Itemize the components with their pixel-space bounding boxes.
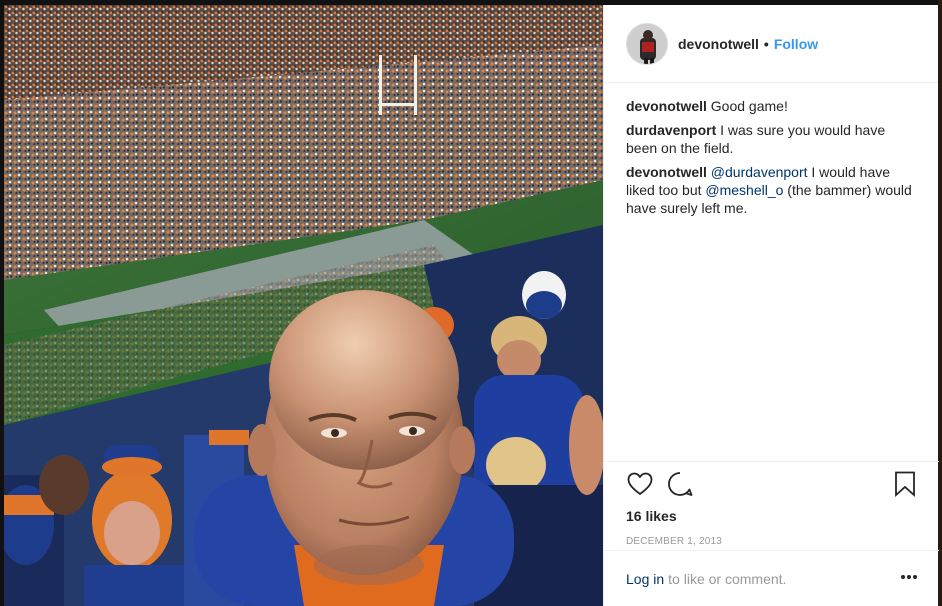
comment-item: durdavenport I was sure you would have b…: [626, 121, 916, 157]
post-modal: WAR EAGLE: [4, 5, 939, 606]
post-side-panel: devonotwell • Follow devonotwell Good ga…: [603, 5, 939, 606]
likes-count[interactable]: 16 likes: [626, 508, 917, 524]
comment-button[interactable]: [666, 470, 694, 498]
heart-icon: [627, 472, 653, 495]
login-prompt: Log in to like or comment.: [626, 571, 786, 587]
more-dot: [913, 575, 917, 579]
post-photo[interactable]: WAR EAGLE: [4, 5, 603, 606]
more-options-icon[interactable]: [901, 575, 917, 579]
comment-author[interactable]: durdavenport: [626, 122, 716, 138]
comment-item: devonotwell @durdavenport I would have l…: [626, 163, 916, 217]
post-header: devonotwell • Follow: [604, 5, 938, 83]
comment-mention-link[interactable]: @durdavenport: [711, 164, 808, 180]
post-date[interactable]: DECEMBER 1, 2013: [626, 536, 917, 547]
action-icons-row: [626, 462, 917, 506]
comment-text: Good game!: [710, 98, 788, 114]
comments-list: devonotwell Good game! durdavenport I was…: [604, 83, 938, 461]
avatar-image: [627, 23, 667, 64]
bookmark-icon: [895, 471, 915, 497]
comment-item: devonotwell Good game!: [626, 97, 916, 115]
user-avatar[interactable]: [626, 22, 668, 65]
comment-author[interactable]: devonotwell: [626, 164, 707, 180]
login-bar: Log in to like or comment.: [604, 550, 939, 606]
comment-author[interactable]: devonotwell: [626, 98, 707, 114]
more-dot: [901, 575, 905, 579]
follow-button[interactable]: Follow: [774, 36, 818, 52]
login-link[interactable]: Log in: [626, 571, 664, 587]
header-text: devonotwell • Follow: [678, 36, 818, 52]
header-separator: •: [763, 35, 769, 52]
comment-mention-link[interactable]: @meshell_o: [705, 182, 783, 198]
more-dot: [907, 575, 911, 579]
comment-icon: [668, 472, 693, 496]
save-button[interactable]: [891, 470, 919, 498]
login-prompt-text: to like or comment.: [668, 570, 787, 587]
post-username[interactable]: devonotwell: [678, 36, 759, 52]
like-button[interactable]: [626, 470, 654, 498]
stadium-selfie-image: WAR EAGLE: [4, 5, 603, 606]
